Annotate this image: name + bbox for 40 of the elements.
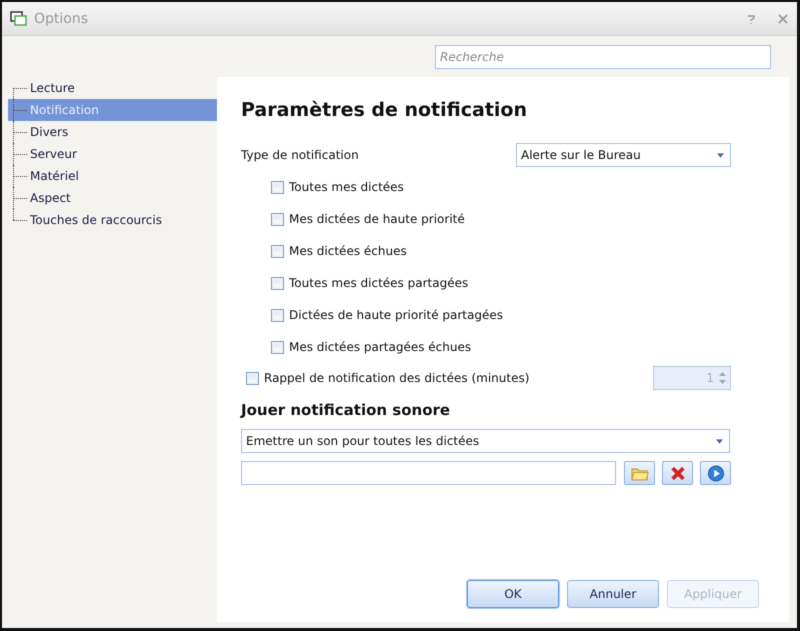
close-icon bbox=[668, 464, 686, 482]
checkbox-label: Rappel de notification des dictées (minutes) bbox=[264, 371, 530, 385]
checkbox-label: Mes dictées échues bbox=[289, 244, 407, 258]
checkbox[interactable] bbox=[271, 276, 284, 290]
close-icon[interactable] bbox=[777, 12, 789, 24]
panel-title: Paramètres de notification bbox=[241, 99, 528, 121]
spin-arrows-icon bbox=[719, 371, 726, 385]
checkbox[interactable] bbox=[271, 180, 284, 194]
caret-icon bbox=[716, 438, 723, 444]
checkbox-label: Dictées de haute priorité partagées bbox=[289, 308, 503, 322]
caret-icon bbox=[717, 152, 724, 158]
sound-dropdown[interactable]: Emettre un son pour toutes les dictées bbox=[241, 429, 730, 453]
browse-button[interactable] bbox=[624, 461, 655, 485]
section-heading: Jouer notification sonore bbox=[241, 401, 452, 419]
play-icon bbox=[706, 464, 724, 482]
type-dropdown[interactable]: Alerte sur le Bureau bbox=[516, 143, 731, 167]
checkbox[interactable] bbox=[271, 244, 284, 258]
dialog-button[interactable]: OK bbox=[467, 580, 559, 608]
tree-item[interactable]: Serveur bbox=[27, 143, 217, 165]
checkbox[interactable] bbox=[271, 212, 284, 226]
search-field[interactable]: Recherche bbox=[435, 45, 771, 69]
checkbox[interactable] bbox=[271, 308, 284, 322]
checkbox[interactable] bbox=[271, 340, 284, 354]
tree-item[interactable]: Touches de raccourcis bbox=[27, 209, 217, 231]
dialog-button[interactable]: Annuler bbox=[567, 580, 659, 608]
windows-icon bbox=[10, 10, 28, 26]
checkbox-label: Mes dictées de haute priorité bbox=[289, 212, 465, 226]
field-label: Type de notification bbox=[241, 148, 359, 162]
tree-item[interactable]: Matériel bbox=[27, 165, 217, 187]
tree-item[interactable]: Lecture bbox=[27, 77, 217, 99]
checkbox-label: Toutes mes dictées bbox=[289, 180, 404, 194]
checkbox-label: Mes dictées partagées échues bbox=[289, 340, 472, 354]
delete-button[interactable] bbox=[662, 461, 693, 485]
checkbox-label: Toutes mes dictées partagées bbox=[289, 276, 468, 290]
tree-item[interactable]: Divers bbox=[27, 121, 217, 143]
window-title: Options bbox=[34, 10, 88, 26]
tree-item[interactable]: Aspect bbox=[27, 187, 217, 209]
play-button[interactable] bbox=[700, 461, 731, 485]
help-icon[interactable] bbox=[745, 12, 757, 24]
file-path-field[interactable] bbox=[241, 461, 616, 485]
